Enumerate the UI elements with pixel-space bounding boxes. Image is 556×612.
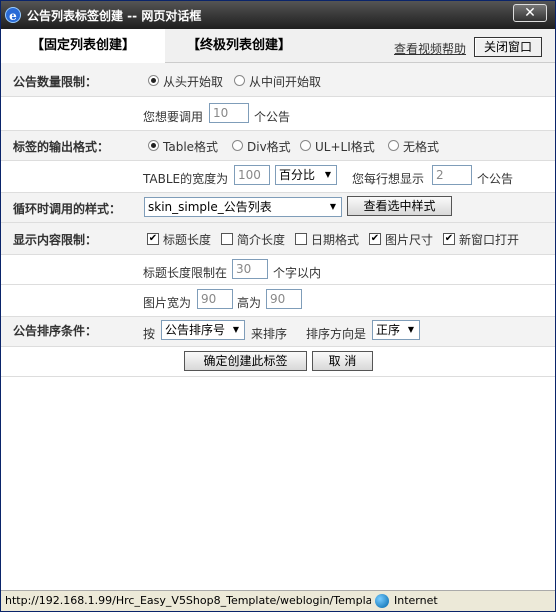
- status-bar: http://192.168.1.99/Hrc_Easy_V5Shop8_Tem…: [1, 590, 555, 611]
- close-icon[interactable]: ✕: [513, 4, 547, 22]
- date-format-label: 日期格式: [311, 233, 360, 247]
- count-limit-row: 公告数量限制： 从头开始取 从中间开始取: [1, 63, 555, 97]
- tab-bar: 【固定列表创建】 【终极列表创建】 查看视频帮助 关闭窗口: [1, 29, 555, 63]
- title-limit-input[interactable]: 30: [232, 259, 268, 279]
- actions-row: 确定创建此标签 取 消: [1, 347, 555, 377]
- checkbox-intro-length[interactable]: [221, 233, 233, 245]
- globe-icon: [375, 594, 389, 608]
- output-format-label: 标签的输出格式：: [13, 140, 110, 154]
- from-head-label: 从头开始取: [163, 75, 224, 89]
- from-middle-label: 从中间开始取: [249, 75, 322, 89]
- call-count-prefix: 您想要调用: [143, 110, 204, 124]
- loop-style-select[interactable]: skin_simple_公告列表 ▼: [144, 197, 342, 217]
- sort-by-prefix: 按: [143, 327, 156, 341]
- image-width-input[interactable]: 90: [197, 289, 233, 309]
- call-count-suffix: 个公告: [254, 110, 291, 124]
- loop-style-row: 循环时调用的样式： skin_simple_公告列表 ▼ 查看选中样式: [1, 193, 555, 223]
- sort-direction-value: 正序: [376, 323, 401, 337]
- chevron-down-icon: ▼: [321, 167, 335, 183]
- status-url: http://192.168.1.99/Hrc_Easy_V5Shop8_Tem…: [5, 594, 371, 607]
- close-window-button[interactable]: 关闭窗口: [474, 37, 542, 57]
- per-row-input[interactable]: 2: [432, 165, 472, 185]
- chevron-down-icon: ▼: [326, 199, 340, 215]
- radio-div-format[interactable]: [232, 140, 243, 151]
- status-zone: Internet: [394, 594, 438, 607]
- sort-label: 公告排序条件：: [13, 324, 98, 338]
- width-unit-select[interactable]: 百分比 ▼: [275, 165, 337, 185]
- output-format-row: 标签的输出格式： Table格式 Div格式 UL+LI格式 无格式: [1, 131, 555, 161]
- loop-style-value: skin_simple_公告列表: [148, 200, 272, 214]
- loop-style-label: 循环时调用的样式：: [13, 202, 122, 216]
- call-count-input[interactable]: 10: [209, 103, 249, 123]
- no-format-label: 无格式: [403, 140, 440, 154]
- window-title: 公告列表标签创建 -- 网页对话框: [27, 8, 202, 23]
- sort-row: 公告排序条件： 按 公告排序号 ▼ 来排序 排序方向是 正序 ▼: [1, 317, 555, 347]
- table-format-label: Table格式: [163, 140, 219, 154]
- table-width-row: TABLE的宽度为 100 百分比 ▼ 您每行想显示 2 个公告: [1, 161, 555, 193]
- table-width-input[interactable]: 100: [234, 165, 270, 185]
- checkbox-new-window[interactable]: ✔: [443, 233, 455, 245]
- create-tag-button[interactable]: 确定创建此标签: [184, 351, 307, 371]
- ul-li-format-label: UL+LI格式: [315, 140, 375, 154]
- sort-dir-prefix: 排序方向是: [306, 327, 367, 341]
- sort-field-value: 公告排序号: [165, 323, 226, 337]
- intro-length-label: 简介长度: [237, 233, 286, 247]
- title-length-label: 标题长度: [163, 233, 212, 247]
- view-style-button[interactable]: 查看选中样式: [347, 196, 452, 216]
- radio-no-format[interactable]: [388, 140, 399, 151]
- checkbox-title-length[interactable]: ✔: [147, 233, 159, 245]
- title-limit-prefix: 标题长度限制在: [143, 266, 228, 280]
- call-count-row: 您想要调用 10 个公告: [1, 97, 555, 131]
- per-row-suffix: 个公告: [477, 172, 514, 186]
- width-unit-value: 百分比: [279, 168, 316, 182]
- radio-from-middle[interactable]: [234, 75, 245, 86]
- tab-advanced-list[interactable]: 【终极列表创建】: [187, 29, 291, 63]
- ie-icon: e: [5, 7, 21, 23]
- sort-field-select[interactable]: 公告排序号 ▼: [161, 320, 245, 340]
- radio-from-head[interactable]: [148, 75, 159, 86]
- cancel-button[interactable]: 取 消: [312, 351, 373, 371]
- image-height-prefix: 高为: [237, 296, 262, 310]
- title-limit-row: 标题长度限制在 30 个字以内: [1, 255, 555, 285]
- title-bar: e 公告列表标签创建 -- 网页对话框 ✕: [1, 1, 555, 29]
- chevron-down-icon: ▼: [404, 322, 418, 338]
- radio-ul-li-format[interactable]: [300, 140, 311, 151]
- div-format-label: Div格式: [247, 140, 291, 154]
- video-help-link[interactable]: 查看视频帮助: [394, 40, 466, 57]
- dialog-window: e 公告列表标签创建 -- 网页对话框 ✕ 【固定列表创建】 【终极列表创建】 …: [0, 0, 556, 612]
- tab-fixed-list[interactable]: 【固定列表创建】: [1, 29, 165, 63]
- image-size-label: 图片尺寸: [385, 233, 434, 247]
- new-window-label: 新窗口打开: [459, 233, 520, 247]
- image-width-prefix: 图片宽为: [143, 296, 192, 310]
- table-width-prefix: TABLE的宽度为: [143, 172, 229, 186]
- checkbox-date-format[interactable]: [295, 233, 307, 245]
- image-size-row: 图片宽为 90 高为 90: [1, 285, 555, 317]
- sort-by-suffix: 来排序: [251, 327, 288, 341]
- radio-table-format[interactable]: [148, 140, 159, 151]
- sort-direction-select[interactable]: 正序 ▼: [372, 320, 420, 340]
- display-limit-row: 显示内容限制： ✔ 标题长度 简介长度 日期格式 ✔ 图片尺寸 ✔ 新窗口打开: [1, 223, 555, 255]
- per-row-prefix: 您每行想显示: [352, 172, 425, 186]
- chevron-down-icon: ▼: [229, 322, 243, 338]
- count-limit-label: 公告数量限制：: [13, 75, 98, 89]
- image-height-input[interactable]: 90: [266, 289, 302, 309]
- display-limit-label: 显示内容限制：: [13, 233, 98, 247]
- checkbox-image-size[interactable]: ✔: [369, 233, 381, 245]
- title-limit-suffix: 个字以内: [273, 266, 322, 280]
